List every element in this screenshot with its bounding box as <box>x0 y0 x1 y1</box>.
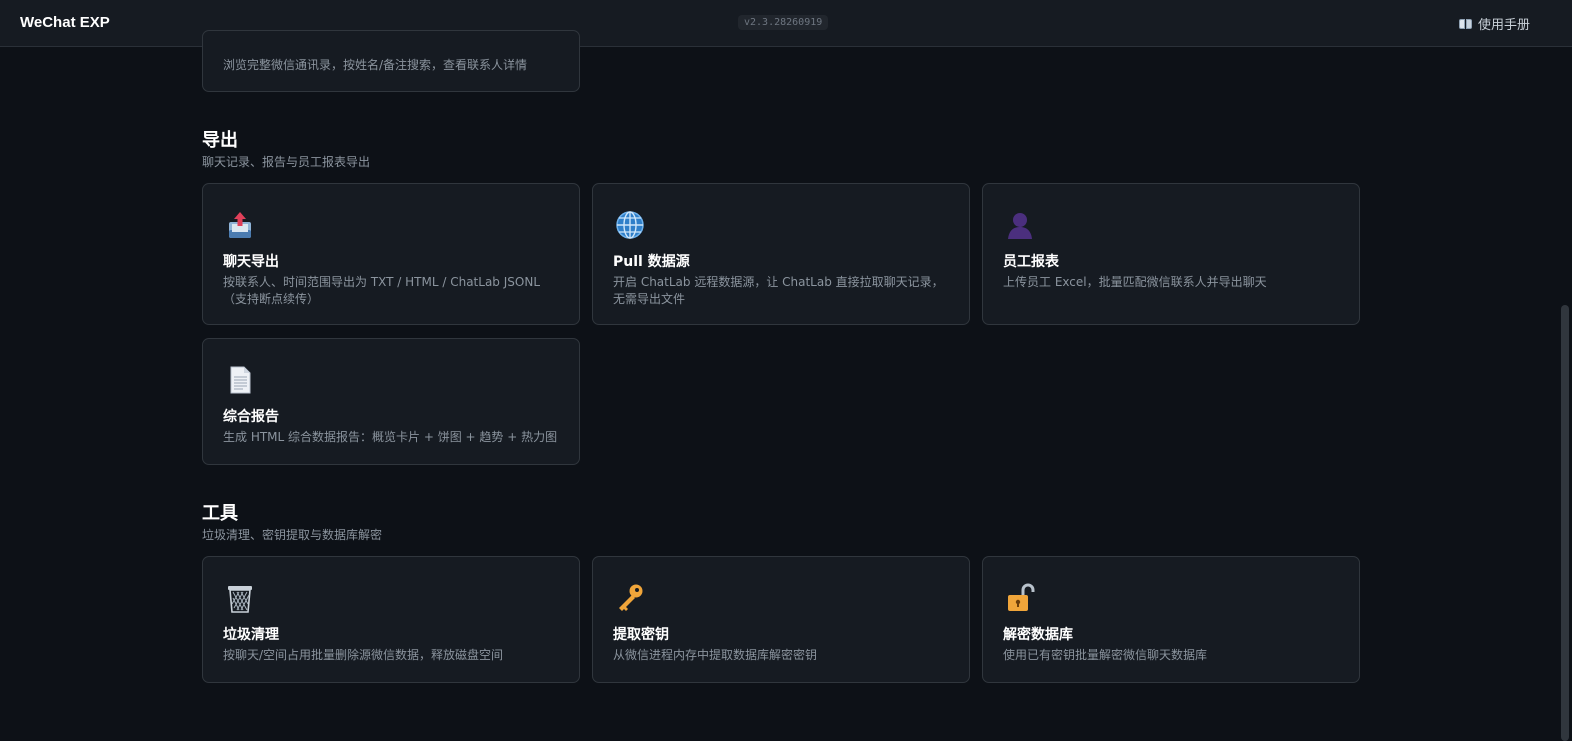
section-title-export: 导出 <box>202 130 238 151</box>
card-title: 综合报告 <box>223 409 279 425</box>
section-subtitle-export: 聊天记录、报告与员工报表导出 <box>202 155 371 169</box>
key-icon <box>619 584 643 611</box>
card-desc: 上传员工 Excel，批量匹配微信联系人并导出聊天 <box>1003 275 1267 289</box>
card-desc: 生成 HTML 综合数据报告：概览卡片 + 饼图 + 趋势 + 热力图 <box>223 430 558 444</box>
app-brand: WeChat EXP <box>20 14 110 31</box>
section-subtitle-tools: 垃圾清理、密钥提取与数据库解密 <box>202 528 383 542</box>
card-desc: 从微信进程内存中提取数据库解密密钥 <box>613 648 818 662</box>
card-decrypt-database[interactable]: 解密数据库 使用已有密钥批量解密微信聊天数据库 <box>982 556 1360 683</box>
card-employee-report[interactable]: 员工报表 上传员工 Excel，批量匹配微信联系人并导出聊天 <box>982 183 1360 325</box>
card-chat-export[interactable]: 聊天导出 按联系人、时间范围导出为 TXT / HTML / ChatLab J… <box>202 183 580 325</box>
card-title: 提取密钥 <box>613 627 669 643</box>
person-silhouette-icon <box>1008 213 1032 239</box>
card-summary-report[interactable]: 综合报告 生成 HTML 综合数据报告：概览卡片 + 饼图 + 趋势 + 热力图 <box>202 338 580 465</box>
wastebasket-icon <box>228 586 252 613</box>
card-title: 聊天导出 <box>223 254 279 270</box>
card-pull-datasource[interactable]: Pull 数据源 开启 ChatLab 远程数据源，让 ChatLab 直接拉取… <box>592 183 970 325</box>
outbox-tray-icon <box>229 212 251 238</box>
card-extract-key[interactable]: 提取密钥 从微信进程内存中提取数据库解密密钥 <box>592 556 970 683</box>
version-badge: v2.3.28260919 <box>738 15 829 30</box>
card-title: 垃圾清理 <box>223 627 279 643</box>
book-icon <box>1458 18 1472 29</box>
document-icon <box>230 366 251 394</box>
card-desc: 开启 ChatLab 远程数据源，让 ChatLab 直接拉取聊天记录，无需导出… <box>613 275 944 306</box>
user-manual-link[interactable]: 使用手册 <box>1458 14 1530 33</box>
globe-icon <box>616 211 644 239</box>
card-desc: 使用已有密钥批量解密微信聊天数据库 <box>1003 648 1208 662</box>
vertical-scrollbar[interactable] <box>1558 47 1572 741</box>
contacts-card[interactable]: 浏览完整微信通讯录，按姓名/备注搜索，查看联系人详情 <box>202 30 580 92</box>
card-junk-cleanup[interactable]: 垃圾清理 按聊天/空间占用批量删除源微信数据，释放磁盘空间 <box>202 556 580 683</box>
user-manual-label: 使用手册 <box>1477 18 1530 33</box>
card-desc: 按联系人、时间范围导出为 TXT / HTML / ChatLab JSONL（… <box>223 275 540 306</box>
card-title: 员工报表 <box>1003 254 1059 270</box>
card-desc: 按聊天/空间占用批量删除源微信数据，释放磁盘空间 <box>223 648 504 662</box>
open-lock-icon <box>1008 583 1035 611</box>
contacts-card-desc: 浏览完整微信通讯录，按姓名/备注搜索，查看联系人详情 <box>223 58 528 72</box>
section-title-tools: 工具 <box>202 503 238 524</box>
card-title: Pull 数据源 <box>613 254 690 270</box>
card-title: 解密数据库 <box>1003 627 1073 643</box>
scrollbar-thumb[interactable] <box>1561 305 1569 741</box>
